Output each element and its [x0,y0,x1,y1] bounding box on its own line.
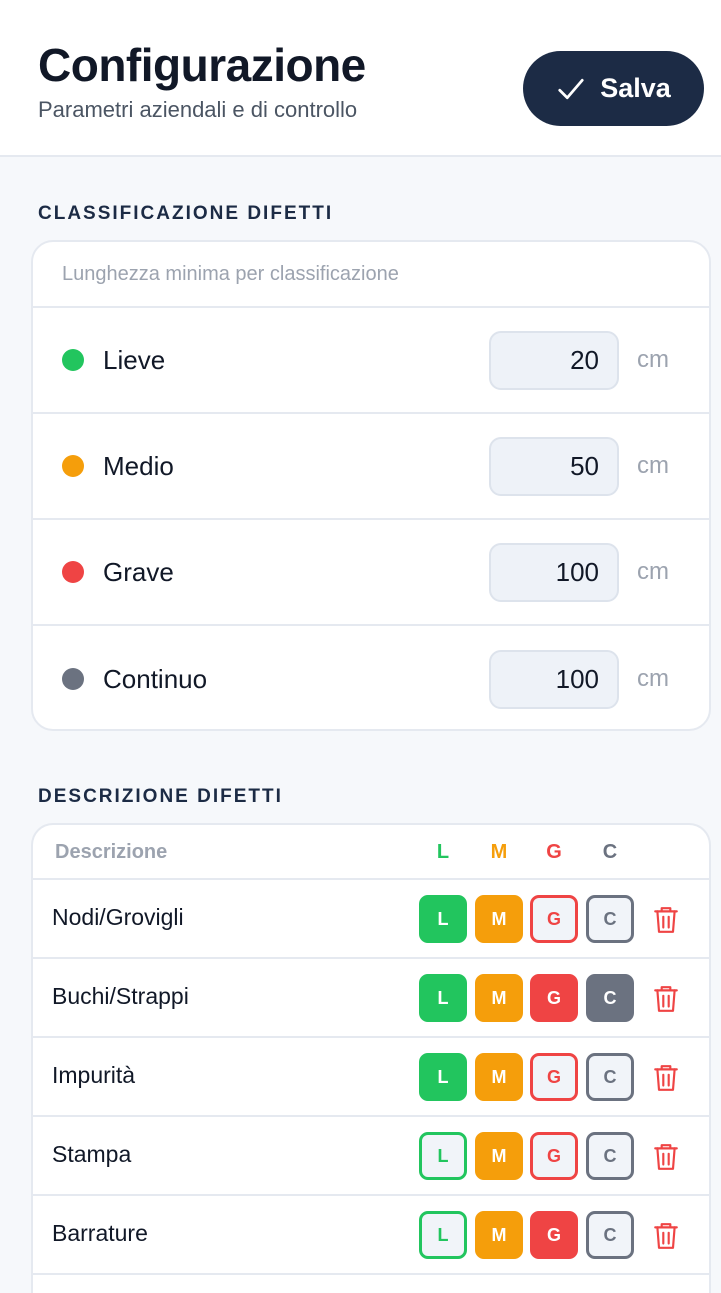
save-button[interactable]: Salva [523,51,704,126]
header: Configurazione Parametri aziendali e di … [0,0,721,157]
save-button-label: Salva [600,73,671,103]
trash-icon[interactable] [653,1222,679,1250]
severity-toggle-m[interactable]: M [475,1211,523,1259]
defects-section-title: DESCRIZIONE DIFETTI [38,786,283,807]
severity-toggle-l[interactable]: L [419,1211,467,1259]
severity-dot [62,668,84,690]
severity-toggle-g[interactable]: G [530,1211,578,1259]
severity-toggle-m[interactable]: M [475,1053,523,1101]
severity-toggle-m[interactable]: M [475,895,523,943]
table-row: Buchi/Strappi L M G C [33,959,709,1038]
table-row: Stampa L M G C [33,1117,709,1196]
page-subtitle: Parametri aziendali e di controllo [38,97,358,122]
column-header-l: L [436,841,450,863]
defect-label: Nodi/Grovigli [52,904,184,930]
defect-label: Impurità [52,1062,136,1088]
trash-icon[interactable] [653,906,679,934]
severity-dot [62,349,84,371]
trash-icon[interactable] [653,1064,679,1092]
column-header-description: Descrizione [55,841,168,863]
severity-label: Lieve [103,344,166,375]
severity-toggle-l[interactable]: L [419,1053,467,1101]
table-header: Descrizione L M G C [33,825,709,880]
table-row: Impurità L M G C [33,1038,709,1117]
severity-toggle-g[interactable]: G [530,1132,578,1180]
severity-toggle-l[interactable]: L [419,1132,467,1180]
severity-label: Grave [103,556,174,587]
severity-toggle-m[interactable]: M [475,1132,523,1180]
classification-row-continuo: Continuo cm [33,626,709,729]
severity-toggle-c[interactable]: C [586,1132,634,1180]
page-title: Configurazione [38,39,366,91]
defect-label: Buchi/Strappi [52,983,189,1009]
severity-toggle-l[interactable]: L [419,895,467,943]
min-length-input[interactable] [489,436,619,496]
severity-toggle-c[interactable]: C [586,974,634,1022]
classification-row-grave: Grave cm [33,520,709,626]
column-header-m: M [490,841,508,863]
severity-toggle-g[interactable]: G [530,1053,578,1101]
unit-label: cm [637,346,669,373]
severity-toggle-g[interactable]: G [530,974,578,1022]
defect-label: Stampa [52,1141,132,1167]
severity-toggle-m[interactable]: M [475,974,523,1022]
classification-row-medio: Medio cm [33,414,709,520]
severity-label: Continuo [103,663,208,694]
check-icon [558,78,584,99]
severity-toggle-c[interactable]: C [586,895,634,943]
defects-card: Descrizione LMGC Nodi/Grovigli L M G C Buchi/… [31,823,711,1293]
trash-icon[interactable] [653,1143,679,1171]
unit-label: cm [637,665,669,692]
classification-section-title: CLASSIFICAZIONE DIFETTI [38,203,334,224]
unit-label: cm [637,558,669,585]
min-length-input[interactable] [489,330,619,390]
min-length-input[interactable] [489,542,619,602]
severity-dot [62,455,84,477]
column-header-c: C [602,841,618,863]
severity-toggle-c[interactable]: C [586,1211,634,1259]
unit-label: cm [637,452,669,479]
trash-icon[interactable] [653,985,679,1013]
severity-label: Medio [103,450,174,481]
table-row: Nodi/Grovigli L M G C [33,880,709,959]
classification-card: Lunghezza minima per classificazione Lie… [31,240,711,731]
defect-label: Barrature [52,1220,148,1246]
table-row: Barrature L M G C [33,1196,709,1275]
severity-toggle-l[interactable]: L [419,974,467,1022]
classification-hint: Lunghezza minima per classificazione [33,242,709,308]
severity-toggle-c[interactable]: C [586,1053,634,1101]
column-header-g: G [546,841,562,863]
classification-row-lieve: Lieve cm [33,308,709,414]
severity-toggle-g[interactable]: G [530,895,578,943]
min-length-input[interactable] [489,649,619,709]
severity-dot [62,561,84,583]
